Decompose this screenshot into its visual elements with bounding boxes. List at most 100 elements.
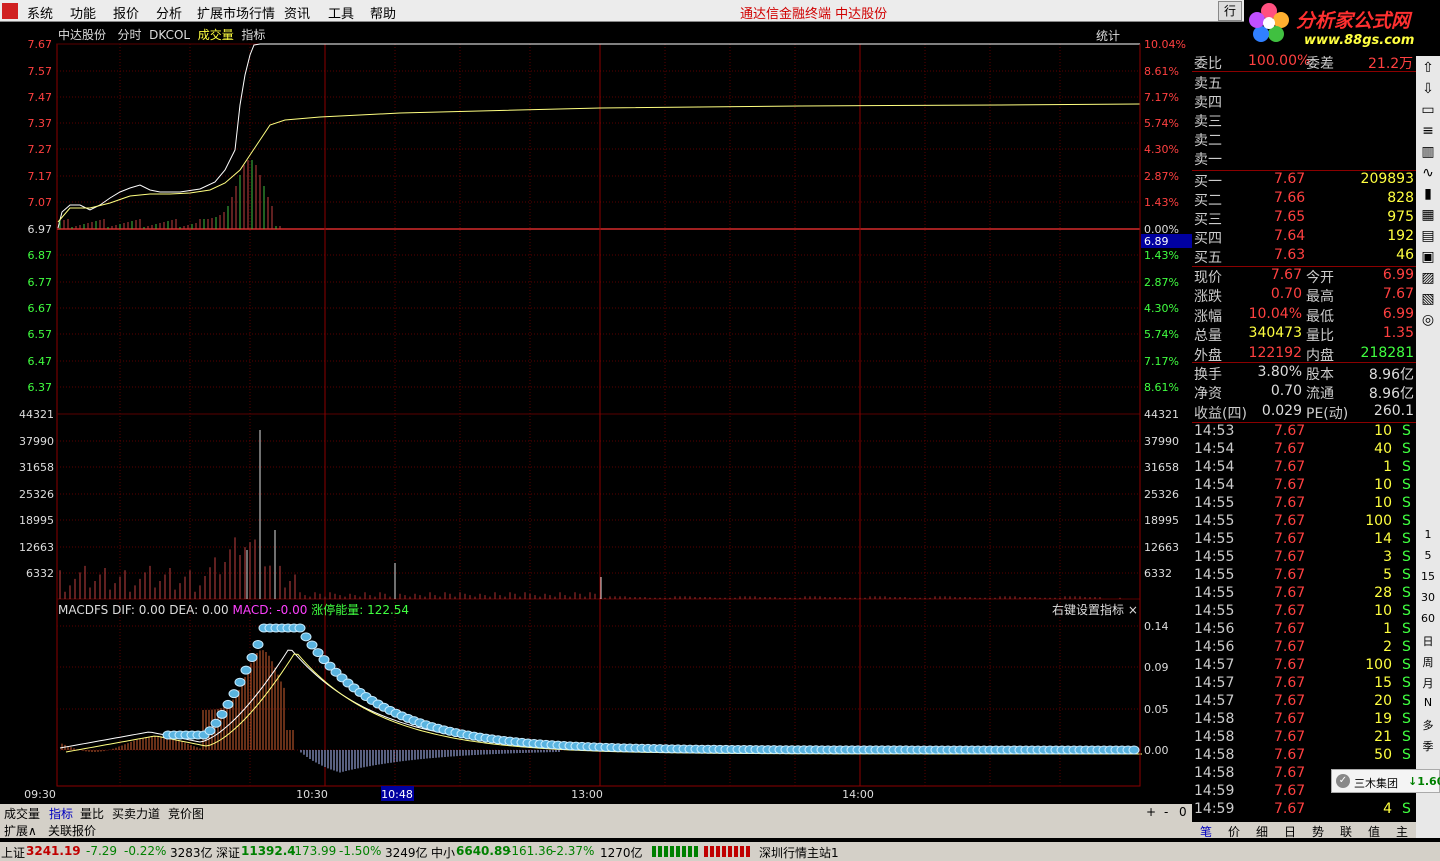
tick-row[interactable]: 14:55 7.67 10 S bbox=[1192, 603, 1416, 622]
tick-row[interactable]: 14:54 7.67 10 S bbox=[1192, 477, 1416, 496]
sell-level-row[interactable]: 卖一 bbox=[1192, 149, 1416, 168]
tick-row[interactable]: 14:59 7.67 4 S bbox=[1192, 801, 1416, 820]
stock-alert-popup[interactable]: ✓ 三木集团 ↓1.60 bbox=[1331, 769, 1440, 793]
stats-button[interactable]: 统计 bbox=[1096, 27, 1120, 44]
panel-tab[interactable]: 价 bbox=[1228, 823, 1240, 840]
brand-url[interactable]: www.88gs.com bbox=[1304, 33, 1414, 48]
up-arrow-icon[interactable]: ⇧ bbox=[1416, 60, 1440, 76]
tick-row[interactable]: 14:57 7.67 100 S bbox=[1192, 657, 1416, 676]
period-button[interactable]: 月 bbox=[1416, 675, 1440, 691]
tick-row[interactable]: 14:57 7.67 15 S bbox=[1192, 675, 1416, 694]
quote-row[interactable]: 涨幅 10.04% 最低 6.99 bbox=[1192, 306, 1416, 325]
buy-level-row[interactable]: 买五 7.63 46 bbox=[1192, 247, 1416, 266]
calendar-icon[interactable]: ▣ bbox=[1416, 249, 1440, 265]
zoom-in-button[interactable]: + bbox=[1146, 805, 1156, 819]
sh-label[interactable]: 上证 bbox=[1, 844, 25, 861]
tab-auction-chart[interactable]: 竞价图 bbox=[168, 805, 204, 822]
panel-tab[interactable]: 联 bbox=[1340, 823, 1352, 840]
quote-row[interactable]: 总量 340473 量比 1.35 bbox=[1192, 325, 1416, 344]
tick-row[interactable]: 14:53 7.67 10 S bbox=[1192, 423, 1416, 442]
period-button[interactable]: 1 bbox=[1416, 528, 1440, 541]
menu-item-news[interactable]: 资讯 bbox=[284, 3, 310, 22]
chart-volume-label[interactable]: 成交量 bbox=[198, 28, 234, 42]
line-chart-icon[interactable]: ∿ bbox=[1416, 165, 1440, 181]
period-button[interactable]: 60 bbox=[1416, 612, 1440, 625]
tab-related-quote[interactable]: 关联报价 bbox=[48, 822, 96, 839]
news-icon[interactable]: ▧ bbox=[1416, 291, 1440, 307]
tick-row[interactable]: 14:54 7.67 1 S bbox=[1192, 459, 1416, 478]
chart-indicator[interactable]: DKCOL bbox=[149, 28, 190, 42]
tick-row[interactable]: 14:58 7.67 50 S bbox=[1192, 747, 1416, 766]
tick-row[interactable]: 14:54 7.67 40 S bbox=[1192, 441, 1416, 460]
tick-row[interactable]: 14:56 7.67 2 S bbox=[1192, 639, 1416, 658]
tick-row[interactable]: 14:58 7.67 19 S bbox=[1192, 711, 1416, 730]
quote-row[interactable]: 收益(四) 0.029 PE(动) 260.1 bbox=[1192, 403, 1416, 422]
quote-row[interactable]: 现价 7.67 今开 6.99 bbox=[1192, 267, 1416, 286]
zx-label[interactable]: 中小 bbox=[431, 844, 455, 861]
chart-icon[interactable]: ▨ bbox=[1416, 270, 1440, 286]
tab-volume-ratio[interactable]: 量比 bbox=[80, 805, 104, 822]
period-button[interactable]: 30 bbox=[1416, 591, 1440, 604]
quote-row[interactable]: 净资 0.70 流通 8.96亿 bbox=[1192, 383, 1416, 402]
panel-tab[interactable]: 笔 bbox=[1200, 823, 1212, 840]
app-logo-icon[interactable] bbox=[2, 3, 18, 19]
menu-item-quote[interactable]: 报价 bbox=[113, 3, 139, 22]
tab-buy-sell-power[interactable]: 买卖力道 bbox=[112, 805, 160, 822]
buy-level-row[interactable]: 买二 7.66 828 bbox=[1192, 190, 1416, 209]
period-button[interactable]: 季 bbox=[1416, 738, 1440, 754]
down-arrow-icon[interactable]: ⇩ bbox=[1416, 81, 1440, 97]
panel-tab[interactable]: 日 bbox=[1284, 823, 1296, 840]
sell-level-row[interactable]: 卖二 bbox=[1192, 130, 1416, 149]
panel-tab[interactable]: 势 bbox=[1312, 823, 1324, 840]
menu-item-ext-market[interactable]: 扩展市场行情 bbox=[197, 3, 275, 22]
tick-row[interactable]: 14:55 7.67 10 S bbox=[1192, 495, 1416, 514]
menu-item-system[interactable]: 系统 bbox=[27, 3, 53, 22]
list-icon[interactable]: ≡ bbox=[1416, 123, 1440, 139]
menu-item-analysis[interactable]: 分析 bbox=[156, 3, 182, 22]
tick-row[interactable]: 14:58 7.67 21 S bbox=[1192, 729, 1416, 748]
sell-level-row[interactable]: 卖四 bbox=[1192, 92, 1416, 111]
tab-volume[interactable]: 成交量 bbox=[4, 805, 40, 822]
panel-tab[interactable]: 值 bbox=[1368, 823, 1380, 840]
quote-row[interactable]: 外盘 122192 内盘 218281 bbox=[1192, 345, 1416, 364]
tick-row[interactable]: 14:55 7.67 3 S bbox=[1192, 549, 1416, 568]
report-icon[interactable]: ▤ bbox=[1416, 228, 1440, 244]
menu-item-help[interactable]: 帮助 bbox=[370, 3, 396, 22]
intraday-chart-svg[interactable]: 7.67 7.57 7.47 7.37 7.27 7.17 7.07 6.97 6.87 6.77… bbox=[0, 22, 1192, 804]
menu-item-tools[interactable]: 工具 bbox=[328, 3, 354, 22]
tick-row[interactable]: 14:55 7.67 28 S bbox=[1192, 585, 1416, 604]
server-name[interactable]: 深圳行情主站1 bbox=[759, 844, 839, 861]
buy-level-row[interactable]: 买三 7.65 975 bbox=[1192, 209, 1416, 228]
tick-row[interactable]: 14:57 7.67 20 S bbox=[1192, 693, 1416, 712]
quote-toggle-button[interactable]: 行 bbox=[1218, 1, 1242, 21]
tick-row[interactable]: 14:55 7.67 14 S bbox=[1192, 531, 1416, 550]
globe-icon[interactable]: ◎ bbox=[1416, 312, 1440, 328]
period-button[interactable]: 5 bbox=[1416, 549, 1440, 562]
zoom-reset-button[interactable]: 0 bbox=[1179, 805, 1187, 819]
candle-icon[interactable]: ▮ bbox=[1416, 186, 1440, 202]
tick-row[interactable]: 14:55 7.67 100 S bbox=[1192, 513, 1416, 532]
buy-level-row[interactable]: 买四 7.64 192 bbox=[1192, 228, 1416, 247]
panel-tab[interactable]: 细 bbox=[1256, 823, 1268, 840]
period-button[interactable]: 15 bbox=[1416, 570, 1440, 583]
indicator-settings-hint[interactable]: 右键设置指标 × bbox=[1052, 601, 1138, 618]
period-button[interactable]: 日 bbox=[1416, 633, 1440, 649]
buy-level-row[interactable]: 买一 7.67 209893 bbox=[1192, 171, 1416, 190]
window-icon[interactable]: ▭ bbox=[1416, 102, 1440, 118]
tab-extend[interactable]: 扩展∧ bbox=[4, 822, 37, 839]
sell-level-row[interactable]: 卖三 bbox=[1192, 111, 1416, 130]
period-button[interactable]: 多 bbox=[1416, 717, 1440, 733]
intraday-chart-area[interactable]: 7.67 7.57 7.47 7.37 7.27 7.17 7.07 6.97 6.87 6.77… bbox=[0, 22, 1192, 804]
period-button[interactable]: N bbox=[1416, 696, 1440, 709]
tab-indicator[interactable]: 指标 bbox=[49, 805, 73, 822]
zoom-out-button[interactable]: - bbox=[1164, 805, 1168, 819]
quote-row[interactable]: 换手 3.80% 股本 8.96亿 bbox=[1192, 364, 1416, 383]
tick-row[interactable]: 14:56 7.67 1 S bbox=[1192, 621, 1416, 640]
chart-mode[interactable]: 分时 bbox=[117, 28, 141, 42]
panel-tab[interactable]: 主 bbox=[1396, 823, 1408, 840]
menu-item-function[interactable]: 功能 bbox=[70, 3, 96, 22]
quote-row[interactable]: 涨跌 0.70 最高 7.67 bbox=[1192, 286, 1416, 305]
bar-chart-icon[interactable]: ▥ bbox=[1416, 144, 1440, 160]
grid-icon[interactable]: ▦ bbox=[1416, 207, 1440, 223]
chart-index-label[interactable]: 指标 bbox=[241, 28, 265, 42]
